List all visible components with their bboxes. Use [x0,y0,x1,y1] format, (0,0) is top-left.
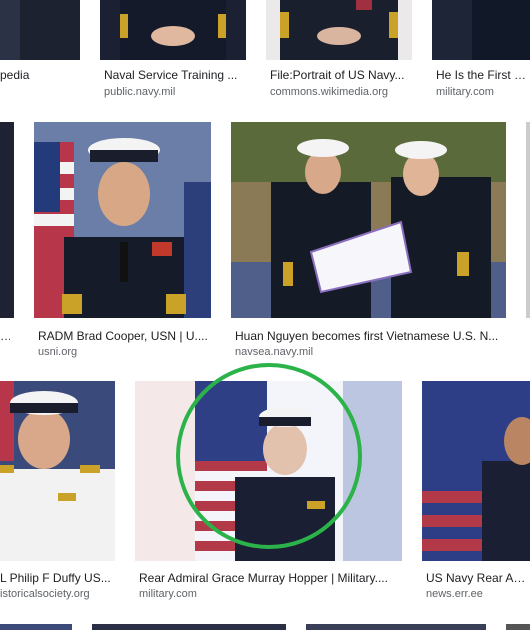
result-source-6: istoricalsociety.org [0,588,90,600]
result-title-7[interactable]: Rear Admiral Grace Murray Hopper | Milit… [139,571,401,585]
result-title-1[interactable]: Naval Service Training ... [104,68,246,82]
result-source-1: public.navy.mil [104,86,176,98]
result-image-5[interactable] [231,122,506,318]
result-source-7: military.com [139,588,197,600]
result-image-right-edge[interactable] [526,122,530,318]
result-image-3[interactable] [432,0,530,60]
result-source-3: military.com [436,86,494,98]
result-image-11[interactable] [306,624,486,630]
result-image-4[interactable] [34,122,211,318]
result-title-edge: … [0,329,10,343]
result-image-1[interactable] [100,0,246,60]
result-source-4: usni.org [38,346,78,358]
result-image-8[interactable] [422,381,530,561]
result-image-10[interactable] [92,624,286,630]
result-source-5: navsea.navy.mil [235,346,314,358]
result-title-0[interactable]: pedia [0,68,80,82]
result-image-7[interactable] [135,381,402,561]
result-title-5[interactable]: Huan Nguyen becomes first Vietnamese U.S… [235,329,505,343]
result-title-4[interactable]: RADM Brad Cooper, USN | U.... [38,329,210,343]
result-image-9[interactable] [0,624,72,630]
result-image-6[interactable] [0,381,115,561]
result-title-8[interactable]: US Navy Rear Adm [426,571,530,585]
result-source-2: commons.wikimedia.org [270,86,388,98]
result-source-8: news.err.ee [426,588,483,600]
result-title-3[interactable]: He Is the First Vie [436,68,530,82]
result-image-2[interactable] [266,0,412,60]
result-title-2[interactable]: File:Portrait of US Navy... [270,68,412,82]
result-title-6[interactable]: L Philip F Duffy US... [0,571,112,585]
result-image-12[interactable] [506,624,530,630]
result-image-0[interactable] [0,0,80,60]
result-image-left-edge[interactable] [0,122,14,318]
